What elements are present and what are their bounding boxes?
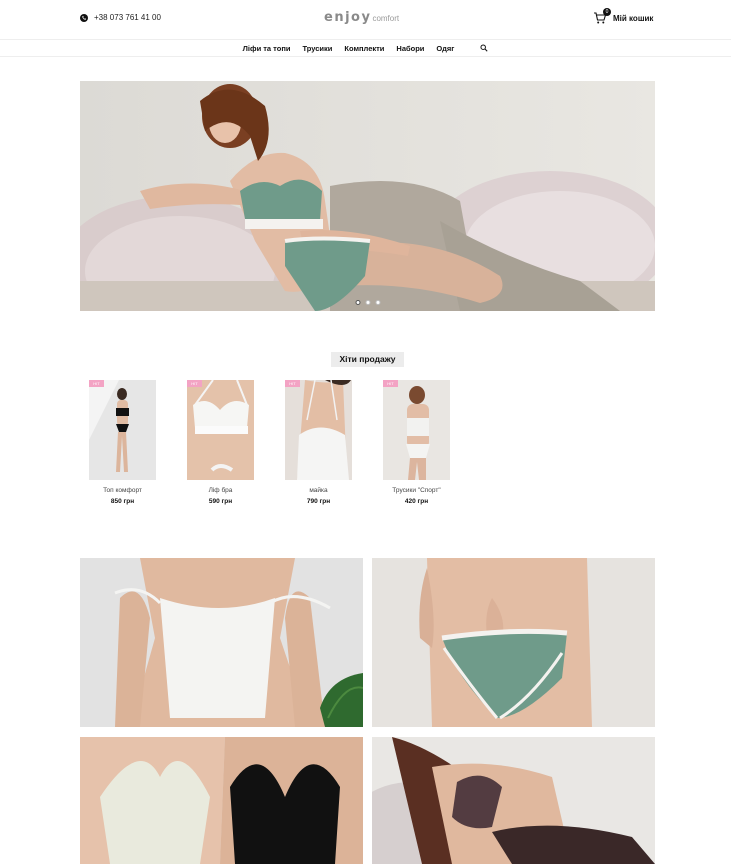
product-card[interactable]: HIT Трусики "Спорт" 420 грн (383, 380, 450, 505)
brand-logo[interactable]: enjoy comfort (324, 10, 399, 25)
hero-image (80, 81, 655, 311)
main-nav: Ліфи та топи Трусики Комплекти Набори Од… (0, 40, 731, 57)
nav-item-bundles[interactable]: Набори (396, 44, 424, 53)
product-price: 590 грн (208, 498, 233, 505)
product-name[interactable]: Трусики "Спорт" (383, 487, 450, 494)
product-name[interactable]: Ліф бра (187, 487, 254, 494)
phone-icon (80, 13, 88, 22)
category-tile-panties[interactable] (372, 558, 655, 727)
hero-slider[interactable] (80, 81, 655, 311)
category-tile-bundles[interactable] (372, 737, 655, 864)
category-image-tops (80, 558, 363, 727)
nav-item-bras-tops[interactable]: Ліфи та топи (243, 44, 291, 53)
product-badge: HIT (383, 380, 398, 387)
top-bar: +38 073 761 41 00 enjoy comfort 0 Мій ко… (0, 0, 731, 40)
nav-item-clothing[interactable]: Одяг (436, 44, 454, 53)
product-image[interactable]: HIT (285, 380, 352, 480)
product-image[interactable]: HIT (383, 380, 450, 480)
product-name[interactable]: Топ комфорт (89, 487, 156, 494)
slider-dot-2[interactable] (365, 300, 370, 305)
logo-sub-text: comfort (372, 14, 400, 23)
cart-label[interactable]: Мій кошик (613, 14, 653, 23)
product-badge: HIT (89, 380, 104, 387)
product-price: 420 грн (404, 498, 429, 505)
product-photo-sport-briefs (383, 380, 450, 480)
product-card[interactable]: HIT майка 790 грн (285, 380, 352, 505)
category-image-panties (372, 558, 655, 727)
product-price: 850 грн (110, 498, 135, 505)
phone-number[interactable]: +38 073 761 41 00 (94, 13, 161, 22)
cart-button[interactable]: 0 Мій кошик (593, 8, 653, 25)
phone-contact[interactable]: +38 073 761 41 00 (80, 13, 161, 22)
category-image-sets (80, 737, 363, 864)
category-tile-tops[interactable] (80, 558, 363, 727)
product-image[interactable]: HIT (187, 380, 254, 480)
slider-dots (355, 300, 380, 305)
category-image-bundles (372, 737, 655, 864)
bestsellers-title: Хіти продажу (331, 352, 404, 367)
product-photo-bra (187, 380, 254, 480)
product-name[interactable]: майка (285, 487, 352, 494)
product-price: 790 грн (306, 498, 331, 505)
cart-icon-wrapper[interactable]: 0 (593, 8, 611, 25)
product-card[interactable]: HIT Ліф бра 590 грн (187, 380, 254, 505)
product-photo-top-comfort (89, 380, 156, 480)
product-photo-tank (285, 380, 352, 480)
cart-count-badge: 0 (603, 8, 611, 16)
product-card[interactable]: HIT Топ комфорт 850 грн (89, 380, 156, 505)
nav-item-sets[interactable]: Комплекти (344, 44, 384, 53)
nav-item-panties[interactable]: Трусики (302, 44, 332, 53)
logo-main-text: enjoy (324, 10, 372, 25)
category-tile-sets[interactable] (80, 737, 363, 864)
product-badge: HIT (285, 380, 300, 387)
slider-dot-1[interactable] (355, 300, 360, 305)
product-image[interactable]: HIT (89, 380, 156, 480)
slider-dot-3[interactable] (375, 300, 380, 305)
product-badge: HIT (187, 380, 202, 387)
search-icon[interactable] (480, 44, 488, 52)
